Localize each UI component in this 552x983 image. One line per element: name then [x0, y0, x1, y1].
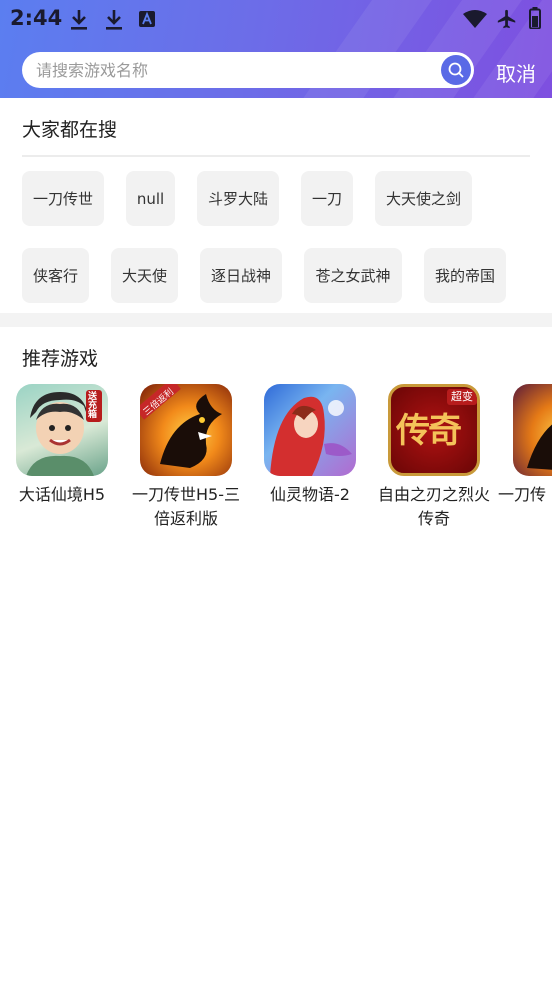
game-name: 仙灵物语-2 [270, 485, 350, 504]
hot-search-tag[interactable]: 斗罗大陆 [197, 171, 279, 226]
game-name: 自由之刃之烈火传奇 [377, 485, 490, 528]
hot-search-tag[interactable]: 一刀 [301, 171, 353, 226]
download-icon [106, 10, 122, 30]
game-badge: 送充箱 [88, 392, 98, 420]
game-artwork [527, 424, 552, 470]
hot-search-tag[interactable]: 苍之女武神 [304, 248, 402, 303]
search-icon [448, 62, 464, 78]
game-card[interactable]: 传奇 超变 自由之刃之烈火传奇 [374, 384, 494, 531]
game-card[interactable]: 三倍返利 一刀传世H5-三倍返利版 [126, 384, 246, 531]
hot-search-tag[interactable]: 逐日战神 [200, 248, 282, 303]
status-time: 2:44 [10, 6, 63, 30]
recommended-title: 推荐游戏 [22, 348, 99, 370]
game-icon: 送充箱 [16, 384, 108, 476]
translate-a-icon [139, 11, 155, 27]
hot-search-tag[interactable]: 我的帝国 [424, 248, 506, 303]
game-card[interactable]: 一刀传 [498, 384, 552, 507]
game-logo-text: 传奇 [396, 411, 462, 451]
search-button[interactable] [441, 55, 471, 85]
hot-search-tag[interactable]: 大天使之剑 [375, 171, 472, 226]
wifi-icon [463, 10, 487, 28]
search-row: 取消 [0, 52, 552, 90]
game-name: 大话仙境H5 [18, 485, 106, 504]
header-bar: 2:44 请搜索游戏名称 取消 [0, 0, 552, 98]
game-artwork [270, 396, 352, 476]
game-name: 一刀传 [498, 485, 547, 504]
game-icon [264, 384, 356, 476]
game-icon: 传奇 超变 [388, 384, 480, 476]
divider [22, 155, 530, 157]
section-separator [0, 313, 552, 327]
hot-search-tag[interactable]: 大天使 [111, 248, 178, 303]
status-bar: 2:44 [0, 0, 552, 38]
search-box[interactable] [22, 52, 474, 88]
cancel-button[interactable]: 取消 [496, 58, 536, 87]
download-icon [71, 10, 87, 30]
battery-icon [529, 7, 541, 29]
hot-search-tag[interactable]: null [126, 171, 175, 226]
search-input[interactable] [36, 58, 436, 82]
game-icon: 三倍返利 [140, 384, 232, 476]
hot-search-title: 大家都在搜 [22, 119, 118, 141]
game-card[interactable]: 送充箱 大话仙境H5 [2, 384, 122, 507]
game-badge: 超变 [447, 389, 477, 405]
game-card[interactable]: 仙灵物语-2 [250, 384, 370, 507]
hot-search-tag[interactable]: 侠客行 [22, 248, 89, 303]
game-name: 一刀传世H5-三倍返利版 [132, 485, 240, 528]
airplane-icon [497, 9, 516, 29]
hot-search-tag[interactable]: 一刀传世 [22, 171, 104, 226]
game-icon [513, 384, 552, 476]
